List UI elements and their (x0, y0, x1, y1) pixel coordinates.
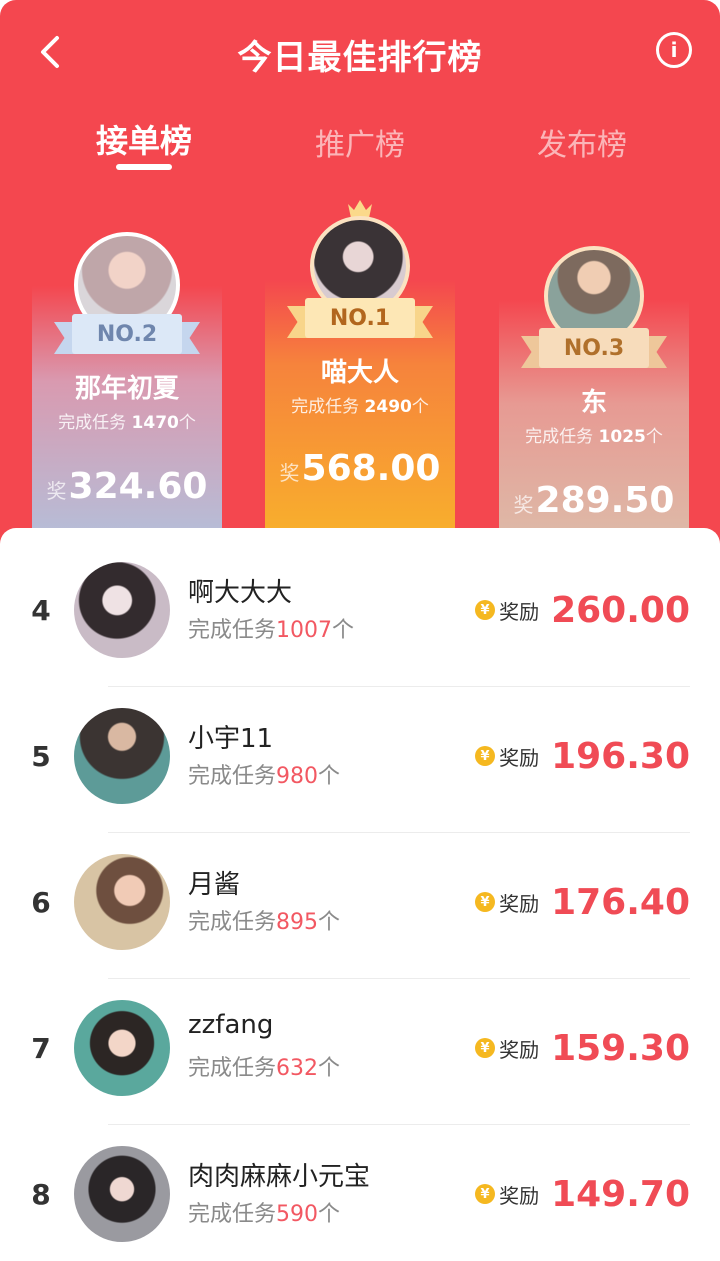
rank-number: 4 (31, 593, 51, 627)
prize-amount: 奖324.60 (46, 466, 208, 507)
ranking-tabs: 接单榜 推广榜 发布榜 (0, 110, 720, 180)
avatar (74, 562, 170, 658)
task-count: 完成任务895个 (188, 910, 341, 935)
task-count: 完成任务 1025个 (525, 427, 663, 447)
list-item[interactable]: 4 啊大大大 完成任务1007个 ¥ 奖励 260.00 (0, 560, 720, 706)
divider (108, 978, 690, 979)
task-count: 完成任务632个 (188, 1056, 341, 1081)
header-banner: 今日最佳排行榜 i 接单榜 推广榜 发布榜 NO.2 那年初夏 完成任务 147… (0, 0, 720, 560)
list-item[interactable]: 6 月酱 完成任务895个 ¥ 奖励 176.40 (0, 852, 720, 998)
avatar (74, 1146, 170, 1242)
rank-ribbon: NO.3 (521, 328, 667, 372)
rank-number: 5 (31, 739, 51, 773)
reward-label: 奖励 (499, 745, 540, 770)
coin-icon: ¥ (475, 1184, 496, 1204)
top-bar: 今日最佳排行榜 i (0, 0, 720, 100)
tab-publish[interactable]: 发布榜 (502, 120, 662, 164)
task-count: 完成任务 1470个 (58, 413, 196, 433)
reward-label: 奖励 (499, 891, 540, 916)
active-tab-indicator (116, 164, 172, 170)
reward: ¥ 奖励 260.00 (475, 560, 690, 660)
task-count: 完成任务 2490个 (291, 397, 429, 417)
reward-amount: 196.30 (551, 735, 690, 777)
divider (108, 686, 690, 687)
page-title: 今日最佳排行榜 (237, 38, 483, 78)
list-item[interactable]: 7 zzfang 完成任务632个 ¥ 奖励 159.30 (0, 998, 720, 1144)
reward: ¥ 奖励 176.40 (475, 852, 690, 952)
info-icon: i (670, 38, 678, 62)
list-item[interactable]: 5 小宇11 完成任务980个 ¥ 奖励 196.30 (0, 706, 720, 852)
prize-amount: 奖568.00 (279, 448, 441, 489)
user-name: 啊大大大 (188, 578, 293, 608)
reward: ¥ 奖励 196.30 (475, 706, 690, 806)
info-button[interactable]: i (656, 32, 692, 68)
user-name: 那年初夏 (74, 374, 179, 404)
list-item[interactable]: 8 肉肉麻麻小元宝 完成任务590个 ¥ 奖励 149.70 (0, 1144, 720, 1261)
coin-icon: ¥ (475, 892, 496, 912)
rank-number: 6 (31, 885, 51, 919)
user-name: 喵大人 (320, 358, 399, 388)
prize-amount: 奖289.50 (513, 480, 675, 521)
rank-number: 7 (31, 1031, 51, 1065)
task-count: 完成任务590个 (188, 1202, 341, 1227)
user-name: 月酱 (188, 870, 241, 900)
user-name: zzfang (188, 1010, 274, 1040)
coin-icon: ¥ (475, 746, 496, 766)
reward-label: 奖励 (499, 1037, 540, 1062)
reward-amount: 159.30 (551, 1027, 690, 1069)
reward-label: 奖励 (499, 599, 540, 624)
divider (108, 1124, 690, 1125)
coin-icon: ¥ (475, 1038, 496, 1058)
rank-badge: NO.2 (72, 314, 182, 354)
tab-promotion[interactable]: 推广榜 (280, 120, 440, 164)
rank-badge: NO.3 (539, 328, 649, 368)
avatar (74, 708, 170, 804)
user-name: 小宇11 (188, 724, 274, 754)
reward-amount: 176.40 (551, 881, 690, 923)
task-count: 完成任务980个 (188, 764, 341, 789)
divider (108, 832, 690, 833)
reward: ¥ 奖励 149.70 (475, 1144, 690, 1244)
reward-amount: 260.00 (551, 589, 690, 631)
avatar (74, 1000, 170, 1096)
reward-amount: 149.70 (551, 1173, 690, 1215)
coin-icon: ¥ (475, 600, 496, 620)
rank-ribbon: NO.2 (54, 314, 200, 358)
rank-badge: NO.1 (305, 298, 415, 338)
rank-number: 8 (31, 1177, 51, 1211)
reward: ¥ 奖励 159.30 (475, 998, 690, 1098)
avatar (74, 854, 170, 950)
task-count: 完成任务1007个 (188, 618, 355, 643)
user-name: 东 (580, 388, 607, 418)
user-name: 肉肉麻麻小元宝 (188, 1162, 371, 1192)
tab-orders[interactable]: 接单榜 (64, 116, 224, 162)
reward-label: 奖励 (499, 1183, 540, 1208)
ranking-list: 4 啊大大大 完成任务1007个 ¥ 奖励 260.00 5 小宇11 完成任务… (0, 528, 720, 1261)
rank-ribbon: NO.1 (287, 298, 433, 342)
